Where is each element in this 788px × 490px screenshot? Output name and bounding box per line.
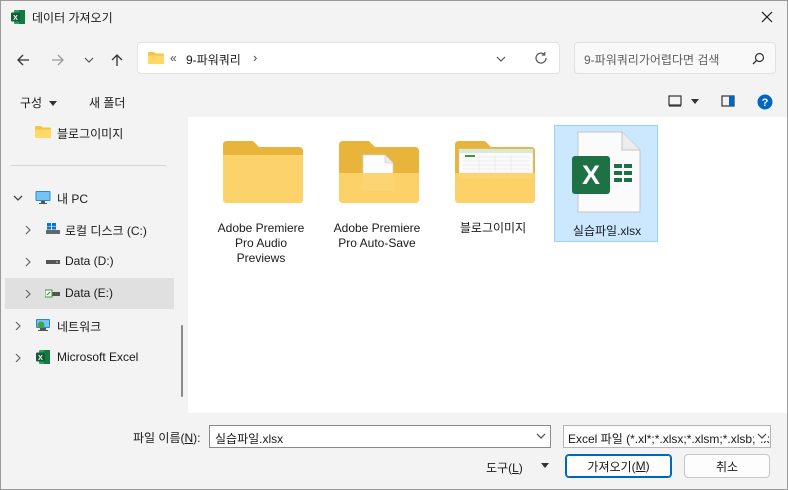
file-item-selected[interactable]: X 실습파일.xlsx	[554, 125, 658, 242]
file-dialog: X 데이터 가져오기 « 9-파워쿼리 › 9-파워쿼리가어렵다면 검색 구성 …	[0, 0, 788, 490]
file-name: 블로그이미지	[459, 221, 527, 235]
chevron-down-icon	[754, 431, 768, 441]
sidebar-scrollbar[interactable]	[181, 325, 183, 397]
excel-file-icon: X	[572, 131, 641, 213]
svg-text:X: X	[38, 355, 43, 362]
chevron-right-icon[interactable]	[13, 321, 23, 331]
caret-down-icon	[691, 99, 700, 104]
chevron-down-icon[interactable]	[496, 54, 506, 64]
preview-pane-button[interactable]	[721, 95, 735, 110]
excel-icon: X	[11, 10, 25, 24]
folder-doc-icon	[339, 141, 419, 203]
file-name: Adobe Premiere Pro Audio Previews	[217, 221, 305, 265]
sidebar-item-microsoft-excel[interactable]: X Microsoft Excel	[5, 342, 174, 373]
organize-label: 구성	[20, 96, 43, 110]
chevron-right-icon[interactable]	[23, 289, 33, 299]
search-placeholder: 9-파워쿼리가어렵다면 검색	[584, 53, 720, 67]
chevron-right-icon[interactable]	[23, 257, 33, 267]
forward-button[interactable]	[47, 49, 69, 71]
filetype-select[interactable]: Excel 파일 (*.xl*;*.xlsx;*.xlsm;*.xlsb;*.x…	[563, 425, 771, 448]
arrow-up-icon	[111, 54, 123, 66]
windows-drive-icon	[46, 223, 60, 234]
file-name: 실습파일.xlsx	[572, 224, 642, 238]
svg-text:?: ?	[762, 97, 769, 109]
sidebar-divider	[11, 165, 166, 166]
file-list: Adobe Premiere Pro Audio Previews Adobe …	[188, 117, 787, 413]
folder-icon	[35, 126, 51, 138]
address-bar[interactable]: « 9-파워쿼리 ›	[137, 42, 560, 74]
svg-text:X: X	[582, 160, 600, 190]
file-item[interactable]: Adobe Premiere Pro Audio Previews	[209, 125, 313, 275]
chevron-right-icon[interactable]	[13, 353, 23, 363]
caret-down-icon[interactable]	[541, 463, 549, 469]
file-item[interactable]: Adobe Premiere Pro Auto-Save	[325, 125, 429, 275]
navigation-bar: « 9-파워쿼리 › 9-파워쿼리가어렵다면 검색	[1, 32, 787, 87]
network-icon	[36, 319, 50, 331]
sidebar-item-label: Data (D:)	[65, 254, 114, 268]
breadcrumb-current[interactable]: 9-파워쿼리	[186, 51, 241, 68]
filename-field[interactable]: 실습파일.xlsx	[209, 425, 551, 448]
view-button[interactable]	[668, 95, 700, 110]
pc-icon	[35, 191, 51, 204]
new-folder-button[interactable]: 새 폴더	[89, 94, 125, 111]
close-icon	[761, 11, 773, 22]
close-button[interactable]	[747, 1, 787, 32]
sidebar-item-label: 블로그이미지	[57, 127, 124, 141]
chevron-down-icon[interactable]	[536, 431, 546, 441]
usb-drive-icon	[45, 289, 60, 298]
chevron-right-icon[interactable]	[23, 225, 33, 235]
command-bar: 구성 새 폴더 ?	[1, 87, 787, 117]
drive-icon	[46, 260, 60, 264]
preview-pane-icon	[721, 95, 735, 107]
sidebar-item-network[interactable]: 네트워크	[5, 310, 174, 341]
svg-text:X: X	[13, 15, 18, 22]
sidebar-item-label: 로컬 디스크 (C:)	[65, 224, 147, 238]
sidebar-item-this-pc[interactable]: 내 PC	[5, 182, 174, 213]
tools-menu[interactable]: 도구(L)	[486, 459, 523, 476]
sidebar-item-data-d[interactable]: Data (D:)	[5, 246, 174, 277]
excel-icon: X	[36, 350, 50, 364]
filename-label: 파일 이름(N):	[133, 431, 201, 445]
sidebar-item-data-e[interactable]: Data (E:)	[5, 278, 174, 309]
sidebar-item-label: Microsoft Excel	[57, 350, 139, 364]
filetype-value: Excel 파일 (*.xl*;*.xlsx;*.xlsm;*.xlsb;*.x…	[568, 432, 770, 446]
filename-value[interactable]: 실습파일.xlsx	[215, 430, 283, 447]
chevron-down-icon	[84, 57, 94, 63]
search-box[interactable]: 9-파워쿼리가어렵다면 검색	[574, 42, 776, 74]
help-button[interactable]: ?	[757, 94, 773, 113]
window-title: 데이터 가져오기	[32, 11, 113, 25]
chevron-down-icon[interactable]	[13, 193, 23, 203]
sidebar-item-label: 내 PC	[57, 192, 89, 206]
caret-down-icon	[49, 100, 58, 106]
bottom-panel: 파일 이름(N): 실습파일.xlsx Excel 파일 (*.xl*;*.xl…	[1, 413, 787, 489]
sidebar-item-label: Data (E:)	[65, 286, 114, 300]
refresh-icon[interactable]	[534, 51, 548, 65]
back-button[interactable]	[12, 49, 34, 71]
folder-icon	[148, 52, 164, 64]
sidebar-item-label: 네트워크	[57, 320, 102, 334]
folder-image-icon	[455, 141, 535, 203]
sidebar-item-local-disk-c[interactable]: 로컬 디스크 (C:)	[5, 214, 174, 245]
organize-menu[interactable]: 구성	[20, 94, 58, 111]
help-icon: ?	[757, 94, 773, 110]
file-name: Adobe Premiere Pro Auto-Save	[333, 221, 421, 250]
cancel-button[interactable]: 취소	[684, 454, 770, 478]
view-details-icon	[668, 95, 682, 107]
navigation-pane: 블로그이미지 내 PC 로컬 디스크 (C:) Data (D:) Data (…	[1, 117, 188, 413]
open-button[interactable]: 가져오기(M)	[565, 454, 672, 478]
file-item[interactable]: 블로그이미지	[441, 125, 545, 275]
arrow-left-icon	[17, 54, 29, 66]
title-bar: X 데이터 가져오기	[1, 1, 787, 32]
folder-icon	[223, 141, 303, 203]
up-button[interactable]	[106, 49, 128, 71]
recent-locations-button[interactable]	[78, 49, 100, 71]
sidebar-item-blog-images[interactable]: 블로그이미지	[5, 117, 174, 148]
search-icon	[752, 52, 765, 65]
breadcrumb-overflow[interactable]: «	[170, 51, 177, 65]
breadcrumb-separator[interactable]: ›	[253, 50, 257, 65]
arrow-right-icon	[52, 54, 64, 66]
